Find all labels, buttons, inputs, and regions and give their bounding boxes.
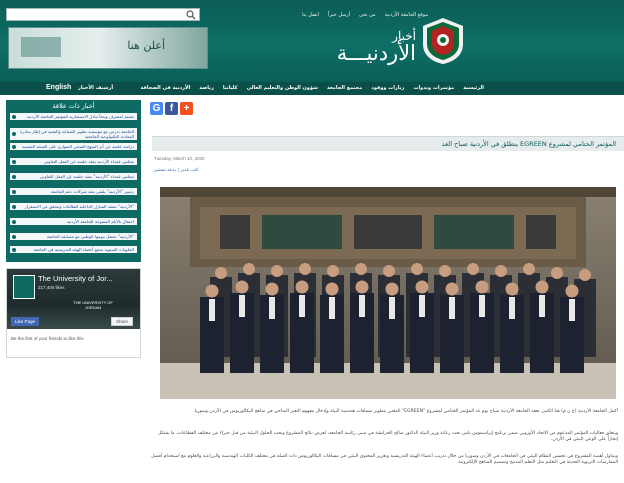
related-news-box: أخبار ذات علاقة تعميم لمصرف وبحثاً تبادل… bbox=[6, 100, 141, 262]
share-bar: G f + bbox=[150, 102, 193, 115]
related-news-text: مجلس عمداء الأردنية يعقد جلسة عن العمل ا… bbox=[43, 159, 134, 164]
nav-english-link[interactable]: English bbox=[46, 84, 71, 91]
arrow-icon bbox=[12, 159, 16, 164]
site-title[interactable]: أخبار الأردنيـــة bbox=[316, 30, 416, 64]
related-news-text: مجلس عمداء "الأردنية" يعقد جلسة عن العمل… bbox=[39, 174, 134, 179]
related-news-text: "الأردنية" تحتفل بيومها الوطني مع مسابقة… bbox=[46, 234, 134, 239]
related-news-title: أخبار ذات علاقة bbox=[52, 102, 95, 110]
nav-item-national-affairs[interactable]: شؤون الوطن والتعليم العالي bbox=[247, 85, 318, 91]
facebook-friends-text: Be the first of your friends to like thi… bbox=[11, 336, 84, 341]
article-group-photo bbox=[160, 187, 616, 399]
related-news-item[interactable]: "الأردنية" تحتفل بيومها الوطني مع مسابقة… bbox=[10, 233, 137, 241]
article-title: المؤتمر الختامي لمشروع EGREEN ينطلق في ا… bbox=[441, 140, 616, 148]
related-news-item[interactable]: مجلس عمداء "الأردنية" يعقد جلسة عن العمل… bbox=[10, 173, 137, 181]
top-link-send-news[interactable]: أرسل خبراً bbox=[328, 12, 350, 18]
top-link-about[interactable]: من نحن bbox=[359, 12, 376, 18]
site-header: موقع الجامعة الأردنية من نحن أرسل خبراً … bbox=[0, 0, 624, 82]
nav-item-press[interactable]: الأردنية في الصحافة bbox=[140, 85, 190, 91]
university-logo[interactable] bbox=[420, 16, 466, 66]
related-news-text: رئيس "الأردنية" يلتقي بعثة شركات دعم الج… bbox=[51, 189, 134, 194]
site-title-line2: الأردنيـــة bbox=[336, 41, 416, 65]
related-news-item[interactable]: مجلس عمداء الأردنية يعقد جلسة عن العمل ا… bbox=[10, 158, 137, 166]
article-paragraph: ويتعلق فعاليات المؤتمر المدعوم من الاتحا… bbox=[157, 431, 618, 442]
sidebar: أخبار ذات علاقة تعميم لمصرف وبحثاً تبادل… bbox=[6, 100, 141, 358]
related-news-item[interactable]: احتفال بالأيام المفتوحة للجامعة الأردنية bbox=[10, 218, 137, 226]
related-news-item[interactable]: رئيس "الأردنية" يلتقي بعثة شركات دعم الج… bbox=[10, 188, 137, 196]
top-link-contact[interactable]: اتصل بنا bbox=[302, 12, 319, 18]
google-icon[interactable]: G bbox=[150, 102, 163, 115]
nav-item-visits[interactable]: زيارات ووفود bbox=[371, 85, 404, 91]
facebook-page-name[interactable]: The University of Jor... bbox=[38, 274, 113, 283]
article-byline[interactable]: كتب غدير | بدعه تستنير bbox=[154, 168, 198, 173]
main-nav: English أرشيف الأخبار الرئيسية مؤتمرات و… bbox=[0, 82, 624, 95]
ad-banner-shape bbox=[21, 37, 61, 57]
article-paragraph: ويتناول أهمية المشروع في تحسين النظام ال… bbox=[151, 454, 618, 465]
nav-archive-link[interactable]: أرشيف الأخبار bbox=[78, 85, 113, 91]
nav-items: الرئيسية مؤتمرات وندوات زيارات ووفود مجت… bbox=[140, 85, 484, 91]
wordmark-line2: JORDAN bbox=[84, 304, 102, 310]
related-news-item[interactable]: الجامعة تدرس مع مؤسسة تطوير الصناعة والت… bbox=[10, 128, 137, 141]
search-input[interactable] bbox=[6, 8, 200, 21]
facebook-share-button[interactable]: Share bbox=[111, 317, 134, 326]
nav-item-sports[interactable]: رياضة bbox=[199, 85, 214, 91]
facebook-cover-wordmark: THE UNIVERSITY OF JORDAN bbox=[63, 300, 123, 310]
nav-item-home[interactable]: الرئيسية bbox=[463, 85, 484, 91]
related-news-text: تعميم لمصرف وبحثاً تبادل الاستشارية للمؤ… bbox=[27, 114, 134, 119]
facebook-like-page-button[interactable]: Like Page bbox=[11, 317, 40, 326]
arrow-icon bbox=[12, 247, 16, 252]
facebook-cover-image[interactable]: The University of Jor... 217,400 likes T… bbox=[7, 269, 140, 329]
arrow-icon bbox=[12, 144, 16, 149]
article-date: Tuesday, March 10, 2020 bbox=[154, 156, 205, 161]
arrow-icon bbox=[12, 189, 16, 194]
nav-item-conferences[interactable]: مؤتمرات وندوات bbox=[413, 85, 454, 91]
arrow-icon bbox=[12, 204, 16, 209]
facebook-page-widget: The University of Jor... 217,400 likes T… bbox=[6, 268, 141, 358]
article: المؤتمر الختامي لمشروع EGREEN ينطلق في ا… bbox=[148, 120, 624, 483]
related-news-text: دراسة علمية عن أثر المنهج الصحي المتوازن… bbox=[22, 144, 134, 149]
related-news-text: احتفال بالأيام المفتوحة للجامعة الأردنية bbox=[66, 219, 134, 224]
plus-icon[interactable]: + bbox=[180, 102, 193, 115]
arrow-icon bbox=[12, 132, 16, 136]
article-paragraph: أكمل الجامعة الأردنية (ع ن م) هنا الكثير… bbox=[193, 409, 618, 414]
arrow-icon bbox=[12, 114, 16, 119]
facebook-likes-count: 217,400 likes bbox=[38, 285, 65, 290]
nav-item-community[interactable]: مجتمع الجامعة bbox=[327, 85, 362, 91]
facebook-icon[interactable]: f bbox=[165, 102, 178, 115]
related-news-item[interactable]: دراسة علمية عن أثر المنهج الصحي المتوازن… bbox=[10, 143, 137, 151]
ad-banner-text: أعلن هنا bbox=[127, 39, 165, 52]
related-news-item[interactable]: الحلويات السنوية تجمع أعضاء الهيئة التدر… bbox=[10, 246, 137, 254]
related-news-item[interactable]: "الأردنية" تتفقد المنازل الداخلية للطالب… bbox=[10, 203, 137, 211]
search-icon[interactable] bbox=[185, 9, 197, 21]
top-links: موقع الجامعة الأردنية من نحن أرسل خبراً … bbox=[302, 12, 428, 18]
related-news-text: "الأردنية" تتفقد المنازل الداخلية للطالب… bbox=[24, 204, 134, 209]
related-news-item[interactable]: تعميم لمصرف وبحثاً تبادل الاستشارية للمؤ… bbox=[10, 113, 137, 121]
article-title-bar: المؤتمر الختامي لمشروع EGREEN ينطلق في ا… bbox=[152, 136, 624, 151]
nav-item-faculties[interactable]: كلياتنا bbox=[223, 85, 238, 91]
related-news-text: الحلويات السنوية تجمع أعضاء الهيئة التدر… bbox=[33, 247, 134, 252]
related-news-text: الجامعة تدرس مع مؤسسة تطوير الصناعة والت… bbox=[19, 129, 134, 139]
facebook-page-logo[interactable] bbox=[13, 275, 35, 299]
arrow-icon bbox=[12, 174, 16, 179]
arrow-icon bbox=[12, 219, 16, 224]
ad-banner[interactable]: أعلن هنا bbox=[8, 27, 208, 69]
arrow-icon bbox=[12, 234, 16, 239]
